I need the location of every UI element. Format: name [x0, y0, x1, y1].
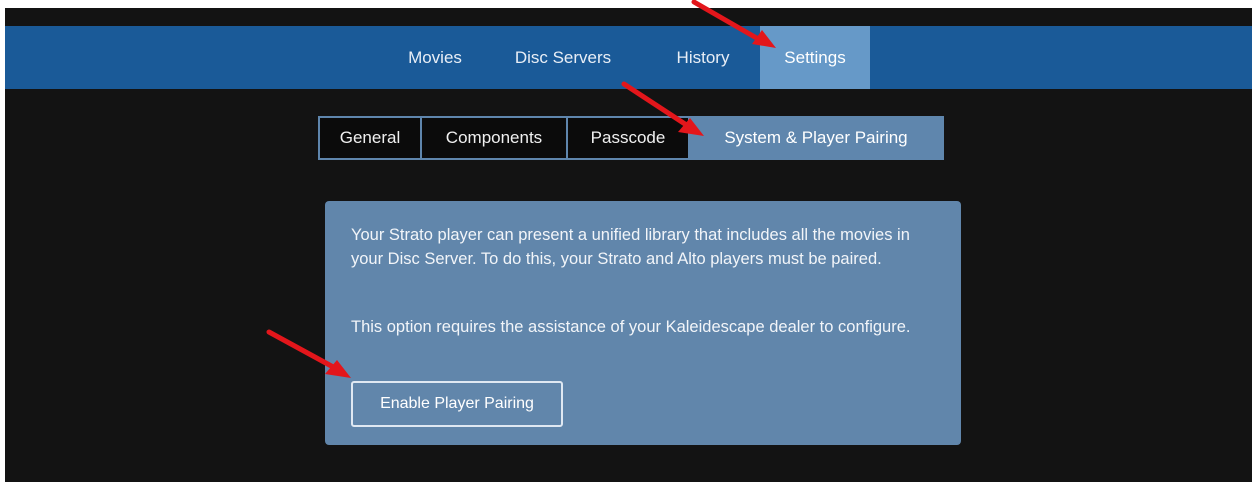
pairing-description: Your Strato player can present a unified… [351, 226, 910, 268]
enable-player-pairing-button[interactable]: Enable Player Pairing [351, 381, 563, 427]
app-window: Movies Disc Servers History Settings Gen… [5, 8, 1252, 482]
tab-components[interactable]: Components [420, 116, 568, 160]
nav-history[interactable]: History [653, 26, 753, 89]
nav-settings[interactable]: Settings [760, 26, 870, 89]
nav-movies[interactable]: Movies [385, 26, 485, 89]
main-nav-bar: Movies Disc Servers History Settings [5, 26, 1252, 89]
tab-general[interactable]: General [318, 116, 422, 160]
dealer-note: This option requires the assistance of y… [351, 318, 911, 336]
nav-disc-servers[interactable]: Disc Servers [498, 26, 628, 89]
tab-system-player-pairing[interactable]: System & Player Pairing [688, 116, 944, 160]
pairing-info-panel: Your Strato player can present a unified… [325, 201, 961, 445]
tab-passcode[interactable]: Passcode [566, 116, 690, 160]
